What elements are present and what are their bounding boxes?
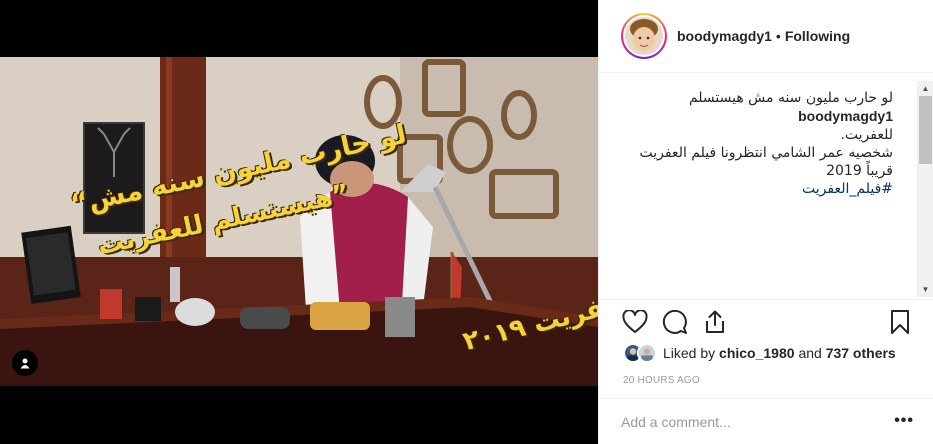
user-icon: [20, 358, 30, 369]
liker-avatar: [637, 343, 657, 363]
avatar: [625, 17, 663, 55]
post-timestamp[interactable]: 20 HOURS AGO: [623, 375, 700, 386]
add-comment-bar: •••: [599, 398, 933, 444]
bookmark-icon: [891, 310, 909, 334]
caption-text-line-2: للعفريت.: [840, 127, 893, 143]
comments-scrollbar[interactable]: ▲ ▼: [917, 81, 933, 297]
header-separator: •: [775, 28, 781, 44]
header-username[interactable]: boodymagdy1: [677, 28, 772, 44]
post-media[interactable]: “لو حارب مليون سنه مش هيستسلم للعفريت” ف…: [0, 0, 598, 444]
caption-username[interactable]: boodymagdy1: [798, 108, 893, 124]
caption-text-line-1: لو حارب مليون سنه مش هيستسلم: [688, 90, 893, 106]
likes-summary: Liked by chico_1980 and 737 others: [623, 342, 896, 364]
likes-text: Liked by chico_1980 and 737 others: [663, 345, 896, 361]
save-button[interactable]: [886, 308, 914, 336]
liker-username-link[interactable]: chico_1980: [719, 345, 795, 361]
heart-icon: [622, 310, 648, 333]
comment-input[interactable]: [621, 411, 871, 433]
likes-and: and: [798, 345, 822, 361]
scroll-down-arrow-icon[interactable]: ▼: [917, 282, 933, 297]
caption-text-line-3: شخصيه عمر الشامي انتظرونا فيلم العفريت ق…: [639, 145, 893, 179]
caption: لو حارب مليون سنه مش هيستسلم boodymagdy1…: [623, 89, 893, 198]
caption-hashtag-link[interactable]: #فيلم_العفريت: [623, 180, 893, 198]
likes-prefix: Liked by: [663, 345, 716, 361]
following-button[interactable]: Following: [785, 28, 850, 44]
post-side-panel: boodymagdy1 • Following لو حارب مليون سن…: [598, 0, 933, 444]
share-icon: [706, 310, 724, 333]
scroll-thumb[interactable]: [919, 96, 932, 164]
comments-section[interactable]: لو حارب مليون سنه مش هيستسلم boodymagdy1…: [599, 73, 933, 299]
story-ring[interactable]: [621, 13, 667, 59]
comment-button[interactable]: [661, 308, 689, 336]
comment-icon: [662, 309, 687, 334]
likes-others-link[interactable]: 737 others: [826, 345, 896, 361]
post-header: boodymagdy1 • Following: [599, 0, 933, 73]
more-options-button[interactable]: •••: [894, 412, 914, 430]
like-button[interactable]: [621, 308, 649, 336]
scroll-up-arrow-icon[interactable]: ▲: [917, 81, 933, 96]
action-bar: [599, 299, 933, 345]
tagged-users-button[interactable]: [12, 350, 38, 376]
share-button[interactable]: [701, 308, 729, 336]
